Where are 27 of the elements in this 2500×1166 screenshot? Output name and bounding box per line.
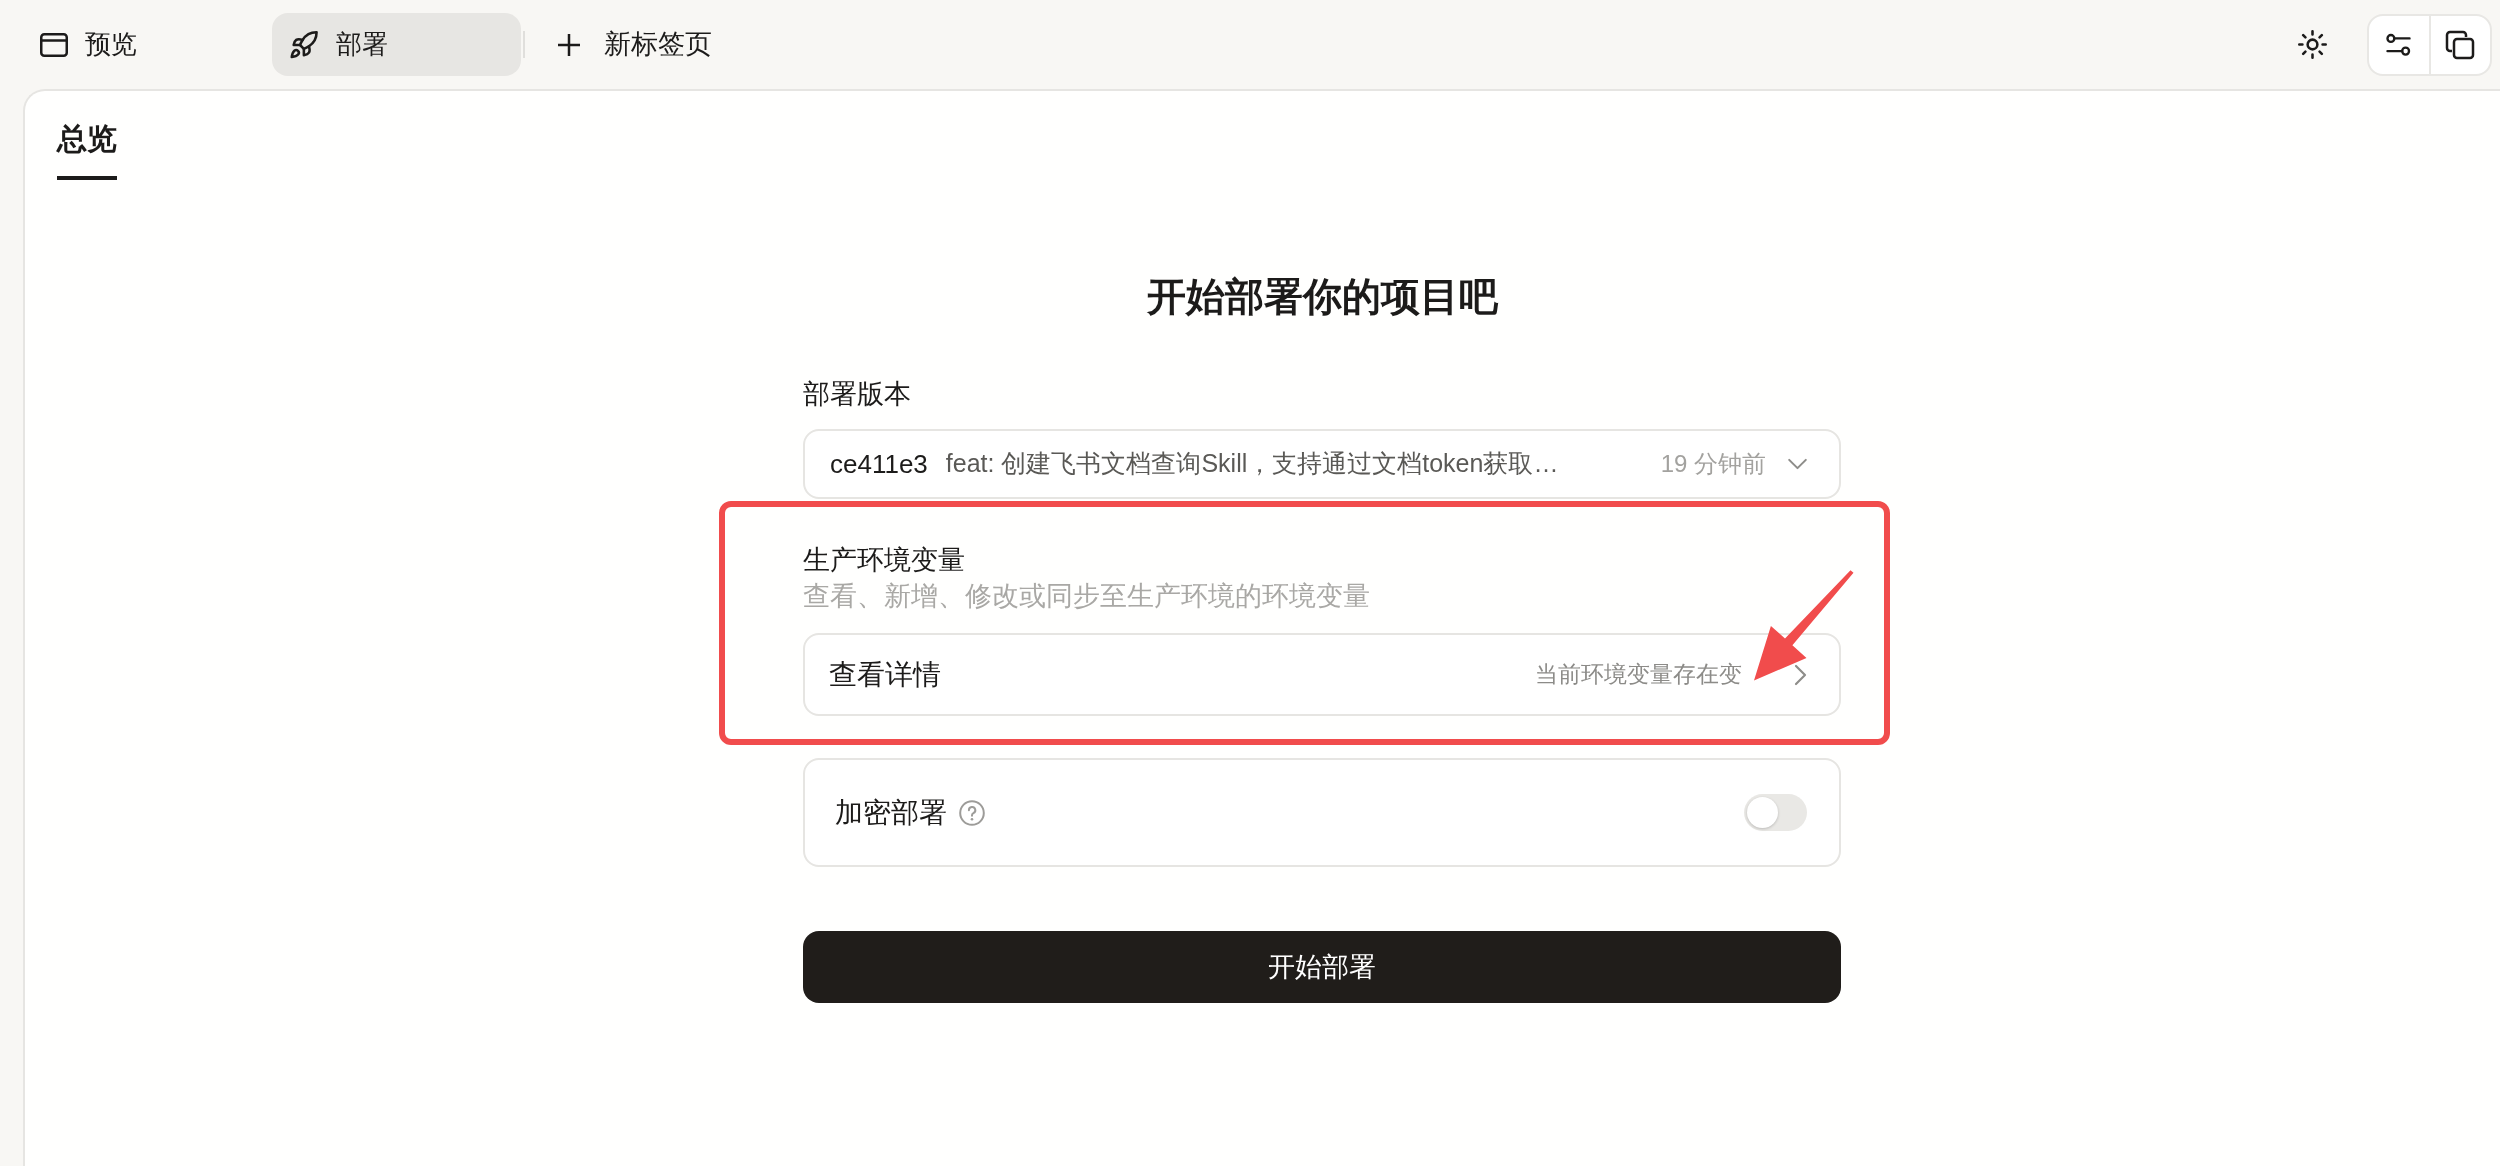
sliders-icon[interactable] — [2386, 32, 2412, 57]
browser-window-icon — [40, 32, 68, 57]
version-select[interactable]: ce411e3 feat: 创建飞书文档查询Skill，支持通过文档token获取… 19 分钟前 — [803, 429, 1841, 499]
new-tab-button[interactable]: 新标签页 — [557, 24, 712, 65]
page-heading: 开始部署你的项目吧 — [1145, 277, 1499, 317]
copy-icon[interactable] — [2445, 29, 2476, 60]
row-label: 查看详情 — [829, 657, 941, 692]
plus-icon — [557, 32, 581, 57]
field-label: 部署版本 — [803, 378, 912, 410]
details-row[interactable]: 查看详情 当前环境变量存在变 — [803, 633, 1841, 716]
tab[interactable]: 总览 — [57, 121, 117, 180]
commit-time: 19 分钟前 — [1660, 449, 1766, 479]
help-icon[interactable] — [959, 799, 985, 826]
section-description: 查看、新增、修改或同步至生产环境的环境变量 — [803, 580, 1371, 612]
chevron-right-icon — [1794, 663, 1807, 686]
status-text: 当前环境变量存在变 — [1535, 660, 1742, 690]
rocket-icon — [290, 30, 319, 59]
setting-label: 加密部署 — [835, 795, 947, 830]
chevron-down-icon — [1787, 458, 1808, 470]
deploy-button[interactable]: 开始部署 — [803, 931, 1841, 1003]
commit-hash: ce411e3 — [830, 447, 928, 481]
tab[interactable]: 部署 — [272, 13, 521, 76]
commit-message: feat: 创建飞书文档查询Skill，支持通过文档token获取… — [945, 448, 1559, 480]
toggle-switch[interactable] — [1744, 794, 1807, 831]
tab[interactable]: 预览 — [23, 13, 272, 76]
sun-icon[interactable] — [2298, 30, 2327, 59]
section-title: 生产环境变量 — [803, 544, 966, 576]
